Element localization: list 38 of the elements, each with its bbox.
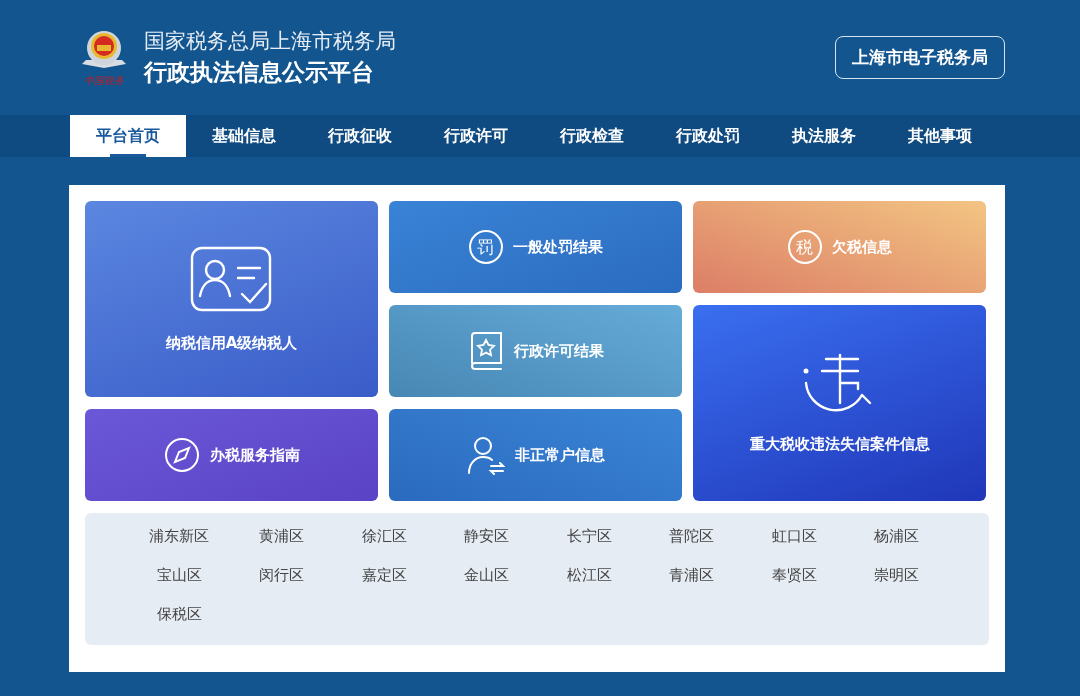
district-link[interactable]: 青浦区	[647, 566, 736, 585]
category-tile[interactable]: 办税服务指南	[85, 409, 378, 501]
category-tile[interactable]: 纳税信用A级纳税人	[85, 201, 378, 397]
district-link[interactable]: 崇明区	[852, 566, 941, 585]
logo-text: 中国税务	[84, 73, 124, 88]
character-icon: 罚	[468, 230, 503, 264]
district-link[interactable]: 长宁区	[545, 527, 633, 546]
compass-icon	[163, 437, 200, 473]
user-icon	[466, 435, 505, 475]
nav-tab[interactable]: 行政许可	[418, 115, 534, 157]
e-tax-link[interactable]: 上海市电子税务局	[835, 36, 1005, 79]
district-link[interactable]: 奉贤区	[750, 566, 838, 585]
district-link[interactable]: 浦东新区	[135, 527, 223, 546]
district-link[interactable]: 闵行区	[237, 566, 326, 585]
district-link[interactable]: 虹口区	[750, 527, 838, 546]
nav-tab[interactable]: 平台首页	[70, 115, 186, 157]
district-link[interactable]: 宝山区	[135, 566, 223, 585]
nav-tab[interactable]: 行政处罚	[650, 115, 766, 157]
district-link[interactable]: 保税区	[135, 605, 223, 624]
nav-tab[interactable]: 行政检查	[534, 115, 650, 157]
district-link[interactable]: 普陀区	[647, 527, 736, 546]
district-link[interactable]: 黄浦区	[237, 527, 326, 546]
district-link[interactable]: 松江区	[545, 566, 633, 585]
category-tile[interactable]: 非正常户信息	[389, 409, 682, 501]
agency-name: 国家税务总局上海市税务局	[144, 28, 396, 55]
nav-tab[interactable]: 执法服务	[766, 115, 882, 157]
district-link[interactable]: 静安区	[442, 527, 531, 546]
district-link[interactable]: 徐汇区	[340, 527, 428, 546]
district-link[interactable]: 嘉定区	[340, 566, 428, 585]
nav-tab[interactable]: 其他事项	[882, 115, 998, 157]
nav-tab[interactable]: 行政征收	[302, 115, 418, 157]
category-tile[interactable]: 罚 一般处罚结果	[389, 201, 682, 293]
character-icon: 税	[787, 230, 822, 264]
category-tile[interactable]: 重大税收违法失信案件信息	[693, 305, 986, 501]
nav-tab[interactable]: 基础信息	[186, 115, 302, 157]
site-title: 行政执法信息公示平台	[144, 58, 375, 87]
district-link[interactable]: 金山区	[442, 566, 531, 585]
district-link[interactable]: 杨浦区	[852, 527, 941, 546]
